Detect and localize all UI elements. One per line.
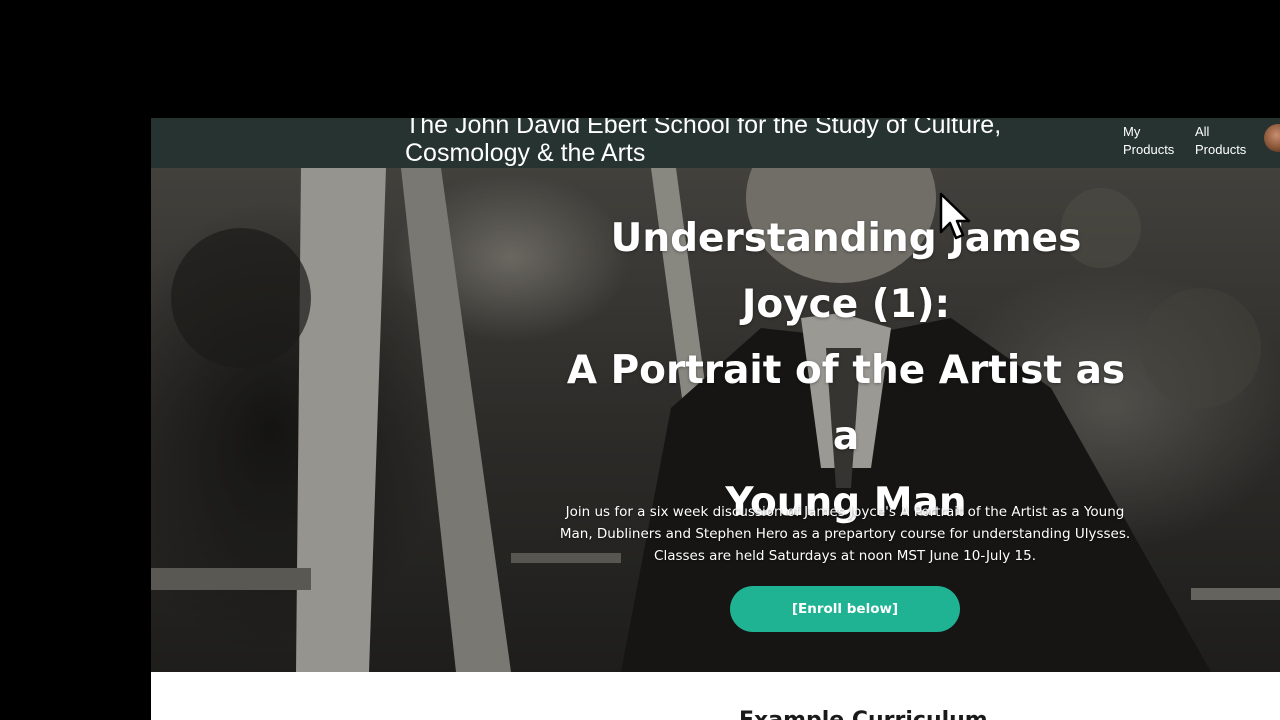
nav-all-products-link[interactable]: All Products (1195, 123, 1246, 159)
school-title-line-1: The John David Ebert School for the Stud… (405, 118, 1002, 139)
top-navigation-bar: The John David Ebert School for the Stud… (151, 118, 1280, 168)
user-avatar[interactable] (1264, 124, 1280, 152)
course-title: Understanding James Joyce (1): A Portrai… (561, 206, 1131, 536)
nav-my-products-label-1: My (1123, 124, 1141, 139)
nav-all-products-label-2: Products (1195, 142, 1247, 157)
mouse-pointer-icon (939, 192, 971, 240)
nav-my-products-label-2: Products (1123, 142, 1175, 157)
school-title[interactable]: The John David Ebert School for the Stud… (405, 118, 1105, 167)
enroll-button[interactable]: [Enroll below] (730, 586, 960, 632)
curriculum-heading: Example Curriculum (739, 708, 988, 720)
nav-my-products-link[interactable]: My Products (1123, 123, 1174, 159)
course-description: Join us for a six week discussion of Jam… (559, 504, 1131, 564)
school-title-line-2: Cosmology & the Arts (405, 139, 646, 167)
course-title-line-2: Joyce (1): (741, 282, 951, 327)
course-title-line-3: A Portrait of the Artist as a (566, 348, 1126, 459)
course-page: The John David Ebert School for the Stud… (151, 118, 1280, 720)
hero-banner: Understanding James Joyce (1): A Portrai… (151, 168, 1280, 672)
nav-all-products-label-1: All (1195, 124, 1210, 139)
course-title-line-1: Understanding James (610, 216, 1082, 261)
